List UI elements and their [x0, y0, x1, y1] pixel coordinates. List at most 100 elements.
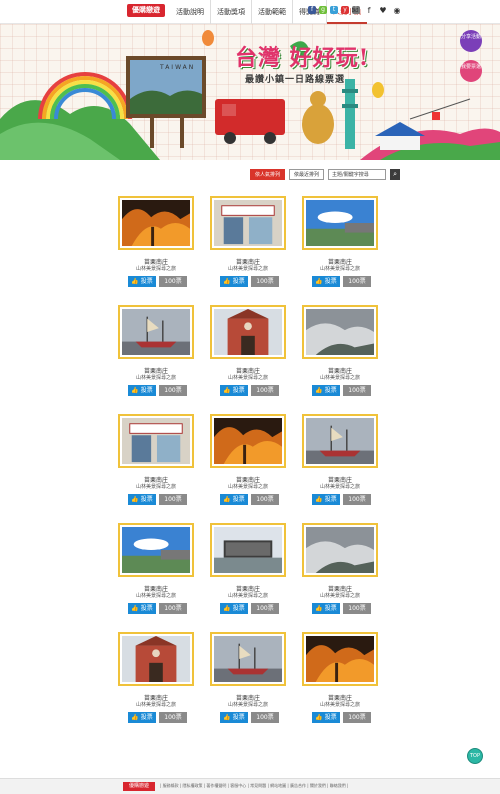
entry-photo[interactable]	[210, 305, 286, 359]
hero-banner: TAIWAN 台灣 好好玩! 最讚小鎮一日路線票選 分享活動 我要票選	[0, 24, 500, 160]
back-to-top-button[interactable]: TOP	[467, 748, 483, 764]
thumbs-up-icon: 👍	[315, 605, 323, 612]
vote-count: 100票	[159, 712, 187, 723]
entry-photo-image	[214, 309, 282, 355]
entry-photo[interactable]	[210, 196, 286, 250]
nav-item-rules[interactable]: 活動說明	[170, 0, 211, 24]
frame-leg-right	[180, 118, 184, 148]
entry-photo[interactable]	[118, 523, 194, 577]
youtube-icon[interactable]: y	[341, 6, 349, 14]
train-wheel-2	[264, 132, 276, 144]
vote-button[interactable]: 👍 投票	[128, 494, 156, 505]
footer-links[interactable]: | 服務條款 | 隱私權政策 | 著作權聲明 | 客服中心 | 常見問題 | 網…	[160, 783, 348, 789]
entry-description: 山林美景探尋之旅	[319, 484, 360, 490]
sort-popular-button[interactable]: 依人氣排列	[250, 169, 286, 180]
entry-photo[interactable]	[118, 632, 194, 686]
tower-segment-2	[342, 104, 358, 108]
frame-leg-left	[150, 118, 154, 148]
search-input[interactable]: 主題/關鍵字搜尋	[328, 169, 387, 180]
vote-button-label: 投票	[232, 714, 245, 721]
tower-segment	[342, 89, 358, 93]
entry-description: 山林美景探尋之旅	[319, 702, 360, 708]
entry-photo[interactable]	[302, 632, 378, 686]
thumbs-up-icon: 👍	[223, 278, 231, 285]
facebook-icon[interactable]: f	[308, 6, 316, 14]
entry-photo[interactable]	[210, 632, 286, 686]
entry-photo[interactable]	[302, 305, 378, 359]
facebook-share-icon[interactable]: f	[364, 6, 374, 16]
line-icon[interactable]: g	[319, 6, 327, 14]
vote-count: 100票	[159, 494, 187, 505]
vote-button[interactable]: 👍 投票	[128, 603, 156, 614]
vote-button[interactable]: 👍 投票	[312, 603, 340, 614]
vote-button[interactable]: 👍 投票	[220, 712, 248, 723]
vote-button-label: 投票	[140, 605, 153, 612]
vote-button-label: 投票	[232, 278, 245, 285]
vote-button[interactable]: 👍 投票	[220, 276, 248, 287]
entry-photo[interactable]	[302, 196, 378, 250]
top-bar: 優購戀遊 活動說明 活動獎項 活動範範 得獎賞 人氣小鎮 f g t y i ✉…	[0, 0, 500, 24]
share-activity-badge[interactable]: 分享活動	[460, 30, 482, 52]
like-icon[interactable]: ♥	[378, 6, 388, 16]
entry-description: 山林美景探尋之旅	[227, 702, 268, 708]
thumbs-up-icon: 👍	[131, 605, 139, 612]
vote-button[interactable]: 👍 投票	[128, 712, 156, 723]
nav-item-prizes[interactable]: 活動獎項	[211, 0, 252, 24]
footer-logo[interactable]: 優購戀遊	[123, 782, 155, 791]
vote-count: 100票	[251, 276, 279, 287]
thumbs-up-icon: 👍	[315, 278, 323, 285]
vote-count: 100票	[343, 276, 371, 287]
vote-button[interactable]: 👍 投票	[220, 494, 248, 505]
train-wheel-1	[224, 132, 236, 144]
vote-button[interactable]: 👍 投票	[128, 385, 156, 396]
vote-button[interactable]: 👍 投票	[312, 494, 340, 505]
sort-recent-button[interactable]: 依最近排列	[289, 169, 325, 180]
vote-button-label: 投票	[140, 714, 153, 721]
train-window	[222, 104, 236, 116]
vote-now-badge[interactable]: 我要票選	[460, 60, 482, 82]
vote-count: 100票	[343, 603, 371, 614]
entry-description: 山林美景探尋之旅	[227, 484, 268, 490]
entry-photo-image	[122, 200, 190, 246]
share-icons: ✉ f ♥ ◉	[350, 6, 402, 16]
twitter-icon[interactable]: t	[330, 6, 338, 14]
gondola-car	[432, 112, 440, 120]
vote-button-label: 投票	[324, 714, 337, 721]
entry-photo[interactable]	[302, 523, 378, 577]
vote-button-label: 投票	[232, 387, 245, 394]
entry-description: 山林美景探尋之旅	[135, 266, 176, 272]
search-icon[interactable]: ⌕	[390, 169, 401, 180]
vote-button[interactable]: 👍 投票	[312, 385, 340, 396]
vote-button[interactable]: 👍 投票	[312, 712, 340, 723]
nav-item-examples[interactable]: 活動範範	[252, 0, 293, 24]
entry-photo[interactable]	[118, 414, 194, 468]
entry-photo[interactable]	[118, 196, 194, 250]
vote-button[interactable]: 👍 投票	[220, 603, 248, 614]
thumbs-up-icon: 👍	[131, 278, 139, 285]
vote-button[interactable]: 👍 投票	[312, 276, 340, 287]
entry-card: 苗栗南庄 山林美景探尋之旅 👍 投票 100票	[302, 632, 378, 742]
site-logo[interactable]: 優購戀遊	[127, 4, 165, 17]
entry-photo[interactable]	[210, 414, 286, 468]
vote-button[interactable]: 👍 投票	[128, 276, 156, 287]
vote-count: 100票	[343, 385, 371, 396]
taiwan-label: TAIWAN	[160, 64, 196, 71]
vote-count: 100票	[343, 712, 371, 723]
line-share-icon[interactable]: ◉	[392, 6, 402, 16]
banner-subtitle: 最讚小鎮一日路線票選	[245, 75, 346, 85]
entry-photo-image	[306, 200, 374, 246]
entry-photo[interactable]	[118, 305, 194, 359]
entry-photo-image	[214, 527, 282, 573]
vote-button-label: 投票	[232, 496, 245, 503]
entry-photo[interactable]	[302, 414, 378, 468]
entry-photo-image	[306, 418, 374, 464]
entry-card: 苗栗南庄 山林美景探尋之旅 👍 投票 100票	[118, 196, 194, 306]
mail-icon[interactable]: ✉	[350, 6, 360, 16]
vote-button[interactable]: 👍 投票	[220, 385, 248, 396]
entry-photo[interactable]	[210, 523, 286, 577]
entry-photo-image	[306, 527, 374, 573]
entry-photo-image	[214, 200, 282, 246]
balloon-left	[202, 30, 214, 46]
entry-card: 苗栗南庄 山林美景探尋之旅 👍 投票 100票	[118, 632, 194, 742]
thumbs-up-icon: 👍	[131, 714, 139, 721]
